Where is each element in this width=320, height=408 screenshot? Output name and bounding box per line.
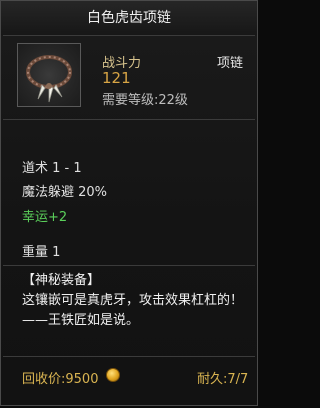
- divider: [3, 265, 255, 266]
- tiger-tooth-necklace-icon: [26, 55, 72, 103]
- gold-coin-icon: [106, 368, 120, 382]
- item-icon-frame[interactable]: [17, 43, 81, 107]
- sell-price: 回收价:9500: [22, 372, 99, 387]
- stat-magic-evasion: 魔法躲避 20%: [22, 185, 108, 200]
- item-slot-type: 项链: [217, 56, 244, 71]
- item-name: 白色虎齿项链: [1, 1, 257, 35]
- divider: [3, 35, 255, 36]
- divider: [3, 119, 255, 120]
- stat-weight: 重量 1: [22, 245, 61, 260]
- combat-power-value: 121: [102, 69, 131, 87]
- divider: [3, 356, 255, 357]
- description-header: 【神秘装备】: [22, 273, 101, 288]
- stat-taoism: 道术 1 - 1: [22, 161, 82, 176]
- item-tooltip: 白色虎齿项链 战斗力 项链 121 需要等级:22级 道术 1 - 1 魔法躲避…: [0, 0, 258, 406]
- required-level: 需要等级:22级: [102, 93, 188, 108]
- description-text: 这镶嵌可是真虎牙，攻击效果杠杠的！——王铁匠如是说。: [22, 293, 244, 328]
- durability: 耐久:7/7: [197, 372, 249, 387]
- stat-luck: 幸运+2: [22, 210, 68, 225]
